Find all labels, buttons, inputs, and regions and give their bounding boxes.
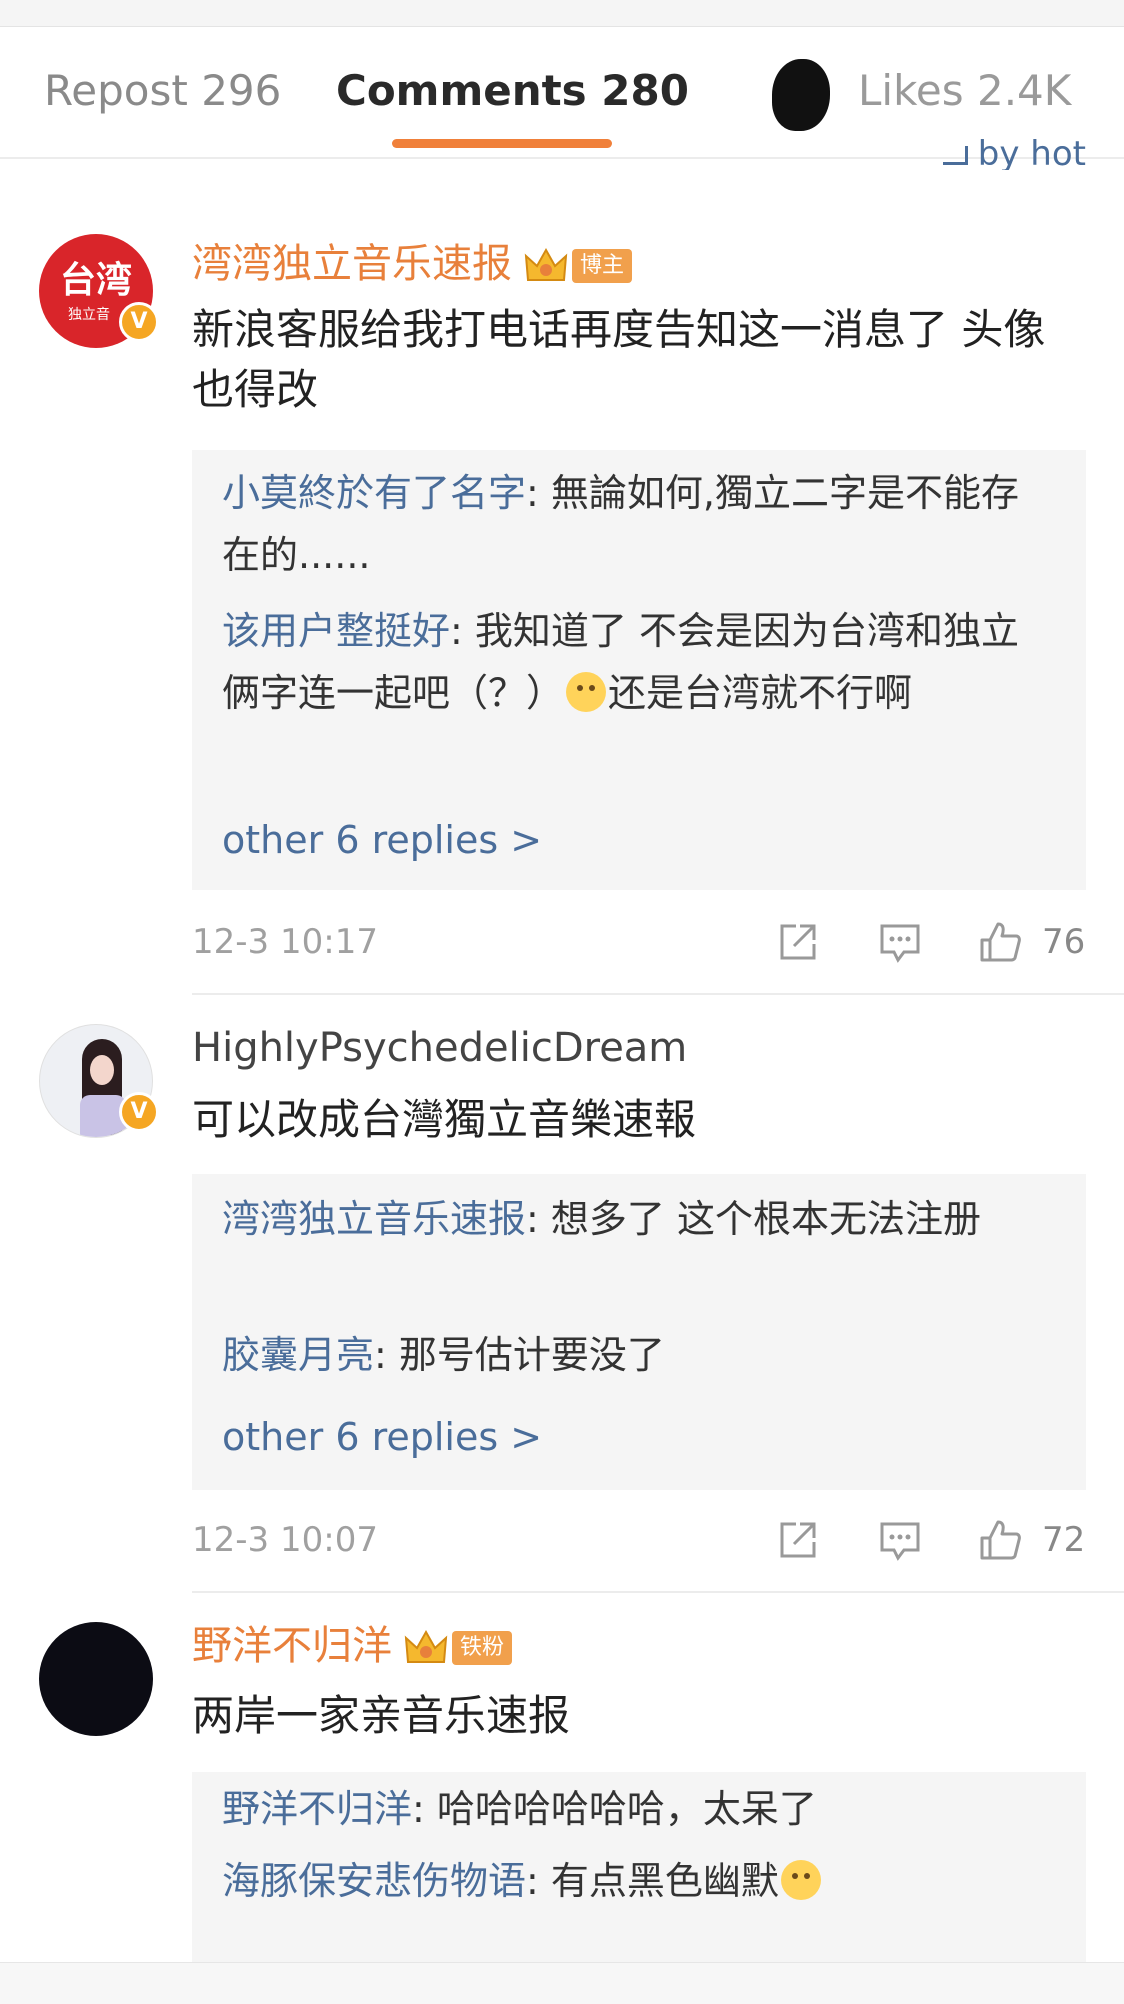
tab-comments[interactable]: Comments 280 [336, 63, 689, 119]
reply-icon[interactable] [878, 920, 922, 964]
reply-item: 海豚保安悲伤物语: 有点黑色幽默 [222, 1850, 1052, 1912]
reply-item: 小莫終於有了名字: 無論如何,獨立二字是不能存在的...... [222, 462, 1052, 586]
more-replies-link[interactable]: other 6 replies > [222, 1412, 542, 1462]
active-tab-indicator [392, 139, 612, 148]
reply-box[interactable]: 湾湾独立音乐速报: 想多了 这个根本无法注册 胶囊月亮: 那号估计要没了 oth… [192, 1174, 1086, 1490]
avatar-text: 台湾 [59, 259, 132, 301]
tab-likes[interactable]: Likes 2.4K [858, 63, 1071, 119]
like-count: 72 [1042, 1520, 1086, 1560]
divider [192, 1591, 1124, 1593]
grin-emoji-icon [780, 1860, 821, 1900]
comment-username[interactable]: 湾湾独立音乐速报 博主 [192, 238, 633, 290]
blogger-badge: 博主 [572, 249, 633, 283]
reply-item: 野洋不归洋: 哈哈哈哈哈哈，太呆了 [222, 1778, 1052, 1840]
reply-username[interactable]: 野洋不归洋 [222, 1787, 412, 1831]
reply-text: : 那号估计要没了 [374, 1333, 665, 1377]
comment-timestamp: 12-3 10:07 [192, 1520, 378, 1560]
reply-icon[interactable] [878, 1518, 922, 1562]
reply-item: 该用户整挺好: 我知道了 不会是因为台湾和独立俩字连一起吧（？） 还是台湾就不行啊 [222, 600, 1052, 724]
sort-icon [942, 146, 968, 165]
divider [192, 993, 1124, 995]
reply-username[interactable]: 该用户整挺好 [222, 609, 450, 653]
sort-label: by hot [977, 134, 1086, 170]
reply-username[interactable]: 小莫終於有了名字 [222, 471, 526, 515]
thumbs-up-icon[interactable] [978, 920, 1022, 964]
share-icon[interactable] [776, 920, 820, 964]
smirk-emoji-icon [566, 672, 607, 712]
share-icon[interactable] [776, 1518, 820, 1562]
redacted-mark [772, 59, 830, 131]
reply-text: : 哈哈哈哈哈哈，太呆了 [412, 1787, 817, 1831]
avatar[interactable]: V [39, 1024, 159, 1138]
comment-timestamp: 12-3 10:17 [192, 922, 378, 962]
reply-username[interactable]: 胶囊月亮 [222, 1333, 374, 1377]
comment-text: 新浪客服给我打电话再度告知这一消息了 头像也得改 [192, 305, 1046, 414]
reply-username[interactable]: 湾湾独立音乐速报 [222, 1197, 526, 1241]
fan-badge: 铁粉 [452, 1631, 513, 1665]
more-replies-link[interactable]: other 6 replies > [222, 815, 542, 865]
crown-icon [404, 1628, 448, 1668]
verified-icon: V [119, 1092, 159, 1132]
comment-username[interactable]: HighlyPsychedelicDream [192, 1022, 687, 1074]
reply-item: 胶囊月亮: 那号估计要没了 [222, 1324, 1052, 1386]
comment-item: 台湾 独立音 V 湾湾独立音乐速报 博主 新浪客服给我打电话再度告知这一消息了 头… [0, 230, 1124, 1000]
reply-username[interactable]: 海豚保安悲伤物语 [222, 1859, 526, 1903]
comment-username[interactable]: 野洋不归洋 铁粉 [192, 1620, 513, 1672]
comment-item: 野洋不归洋 铁粉 两岸一家亲音乐速报 野洋不归洋: 哈哈哈哈哈哈，太呆了 海豚保安… [0, 1620, 1124, 1962]
reply-box[interactable]: 野洋不归洋: 哈哈哈哈哈哈，太呆了 海豚保安悲伤物语: 有点黑色幽默 [192, 1772, 1086, 1962]
reply-text: : 想多了 这个根本无法注册 [526, 1197, 981, 1241]
bottom-bar [0, 1962, 1124, 2004]
comment-text: 两岸一家亲音乐速报 [192, 1691, 571, 1740]
reply-box[interactable]: 小莫終於有了名字: 無論如何,獨立二字是不能存在的...... 该用户整挺好: … [192, 450, 1086, 890]
thumbs-up-icon[interactable] [978, 1518, 1022, 1562]
comment-item: V HighlyPsychedelicDream 可以改成台灣獨立音樂速報 湾湾… [0, 1022, 1124, 1592]
avatar[interactable]: 台湾 独立音 V [39, 234, 159, 348]
comment-text: 可以改成台灣獨立音樂速報 [192, 1095, 697, 1144]
crown-icon [524, 246, 568, 286]
tab-repost[interactable]: Repost 296 [44, 63, 281, 119]
reply-text: 还是台湾就不行啊 [608, 671, 913, 715]
avatar[interactable] [39, 1622, 153, 1736]
reply-item: 湾湾独立音乐速报: 想多了 这个根本无法注册 [222, 1188, 1052, 1250]
username-text: 野洋不归洋 [192, 1623, 392, 1669]
status-strip [0, 0, 1124, 27]
reply-text: : 有点黑色幽默 [526, 1859, 779, 1903]
verified-icon: V [119, 302, 159, 342]
username-text: 湾湾独立音乐速报 [192, 241, 512, 287]
sort-toggle[interactable]: by hot [942, 134, 1086, 170]
like-count: 76 [1042, 922, 1086, 962]
